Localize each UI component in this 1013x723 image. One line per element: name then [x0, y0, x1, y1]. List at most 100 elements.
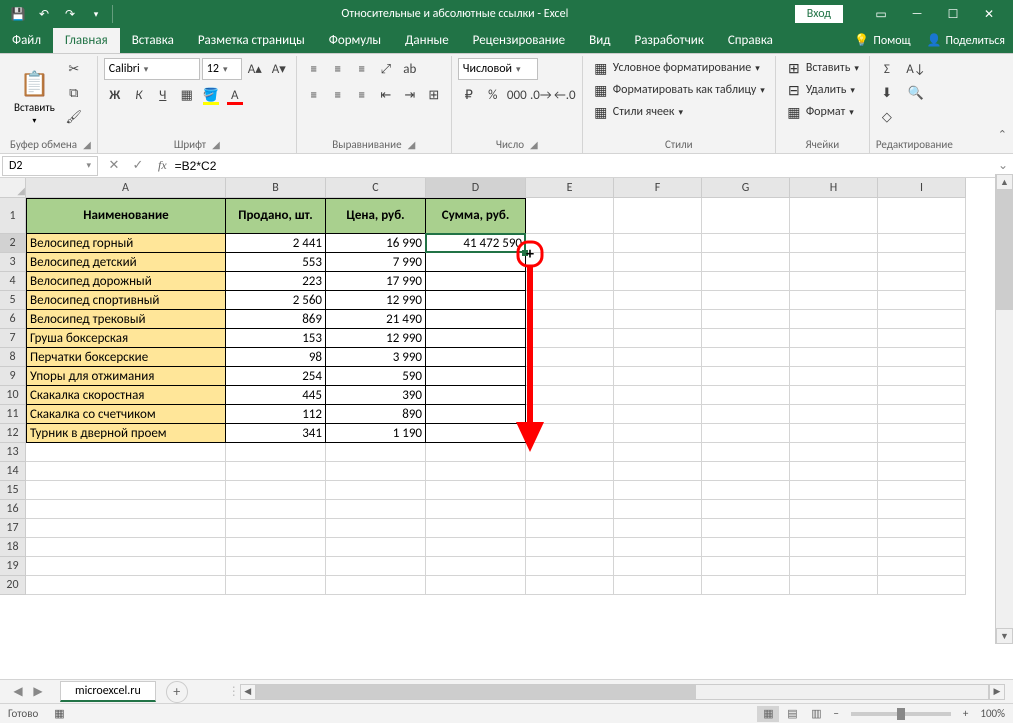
cell[interactable] [790, 348, 878, 367]
cell[interactable] [26, 500, 226, 519]
cell[interactable] [426, 348, 526, 367]
cell[interactable] [878, 538, 966, 557]
cut-icon[interactable]: ✂ [63, 58, 85, 80]
cell[interactable] [526, 462, 614, 481]
tab-view[interactable]: Вид [577, 28, 622, 53]
cell[interactable] [526, 367, 614, 386]
cell[interactable]: Упоры для отжимания [26, 367, 226, 386]
cell[interactable] [614, 367, 702, 386]
row-header-5[interactable]: 5 [0, 291, 26, 310]
scroll-up-icon[interactable]: ▲ [996, 174, 1013, 190]
row-header-17[interactable]: 17 [0, 519, 26, 538]
vertical-scroll-thumb[interactable] [996, 190, 1013, 310]
decrease-font-icon[interactable]: A▾ [268, 58, 290, 80]
row-header-2[interactable]: 2 [0, 234, 26, 253]
cell[interactable] [614, 348, 702, 367]
row-headers[interactable]: 1234567891011121314151617181920 [0, 198, 26, 595]
cell[interactable] [614, 481, 702, 500]
macro-record-icon[interactable]: ▦ [54, 707, 64, 720]
cell[interactable] [790, 462, 878, 481]
col-header-D[interactable]: D [426, 178, 526, 198]
zoom-out-icon[interactable]: − [833, 707, 838, 720]
cell[interactable] [326, 557, 426, 576]
cell[interactable]: 21 490 [326, 310, 426, 329]
cell[interactable] [226, 576, 326, 595]
cell[interactable] [702, 386, 790, 405]
cell[interactable] [790, 443, 878, 462]
number-launcher-icon[interactable]: ◢ [530, 138, 538, 151]
decrease-decimal-icon[interactable]: ←.0 [554, 84, 576, 106]
expand-formula-bar-icon[interactable]: ⌄ [993, 158, 1013, 173]
merge-icon[interactable]: ⊞ [423, 84, 445, 106]
cell[interactable] [26, 519, 226, 538]
cell[interactable] [790, 519, 878, 538]
cell[interactable] [614, 329, 702, 348]
sheet-prev-icon[interactable]: ◀ [10, 684, 26, 699]
cell[interactable] [614, 234, 702, 253]
cell[interactable] [326, 443, 426, 462]
cell[interactable] [790, 500, 878, 519]
cell[interactable] [702, 291, 790, 310]
clear-icon[interactable]: ◇ [876, 106, 898, 128]
cell[interactable] [526, 253, 614, 272]
cell[interactable] [702, 348, 790, 367]
italic-button[interactable]: К [128, 84, 150, 106]
cell[interactable] [878, 198, 966, 234]
cell[interactable] [614, 576, 702, 595]
tab-file[interactable]: Файл [0, 28, 53, 53]
currency-icon[interactable]: ₽ [458, 84, 480, 106]
cell[interactable]: Сумма, руб. [426, 198, 526, 234]
cell[interactable] [426, 291, 526, 310]
cell[interactable] [878, 462, 966, 481]
col-header-G[interactable]: G [702, 178, 790, 198]
pagelayout-view-icon[interactable]: ▤ [781, 706, 803, 722]
row-header-19[interactable]: 19 [0, 557, 26, 576]
insert-cells-button[interactable]: ⊞Вставить▾ [782, 58, 863, 78]
cell[interactable] [326, 576, 426, 595]
tab-review[interactable]: Рецензирование [461, 28, 577, 53]
underline-button[interactable]: Ч [152, 84, 174, 106]
formula-input[interactable] [171, 157, 993, 175]
cell[interactable] [702, 538, 790, 557]
align-bottom-icon[interactable]: ≡ [351, 58, 373, 80]
cell[interactable] [326, 538, 426, 557]
cell[interactable]: Велосипед спортивный [26, 291, 226, 310]
cell[interactable] [702, 443, 790, 462]
font-name-combo[interactable]: Calibri▾ [104, 58, 200, 80]
cell[interactable] [614, 272, 702, 291]
cell[interactable]: 17 990 [326, 272, 426, 291]
align-launcher-icon[interactable]: ◢ [408, 138, 416, 151]
name-box[interactable]: D2▾ [2, 156, 98, 176]
tab-home[interactable]: Главная [53, 28, 120, 53]
cell[interactable] [226, 538, 326, 557]
col-header-I[interactable]: I [878, 178, 966, 198]
fill-color-icon[interactable]: 🪣 [200, 84, 222, 106]
cell[interactable] [526, 424, 614, 443]
cell[interactable] [26, 538, 226, 557]
cell[interactable] [426, 557, 526, 576]
cell[interactable] [790, 538, 878, 557]
cell[interactable] [790, 576, 878, 595]
ribbon-options-icon[interactable]: ▭ [863, 0, 899, 28]
cell[interactable] [426, 576, 526, 595]
cell[interactable] [702, 424, 790, 443]
cell[interactable] [878, 557, 966, 576]
cell[interactable] [702, 367, 790, 386]
cell[interactable] [426, 329, 526, 348]
cell[interactable] [526, 557, 614, 576]
paste-button[interactable]: 📋 Вставить ▾ [10, 58, 59, 138]
row-header-9[interactable]: 9 [0, 367, 26, 386]
increase-font-icon[interactable]: A▴ [244, 58, 266, 80]
cell[interactable]: Велосипед детский [26, 253, 226, 272]
cell[interactable] [426, 424, 526, 443]
tab-insert[interactable]: Вставка [120, 28, 186, 53]
cell[interactable] [702, 234, 790, 253]
sheet-next-icon[interactable]: ▶ [30, 684, 46, 699]
row-header-15[interactable]: 15 [0, 481, 26, 500]
cell[interactable] [26, 481, 226, 500]
cell[interactable] [526, 405, 614, 424]
increase-decimal-icon[interactable]: .0→ [530, 84, 552, 106]
row-header-10[interactable]: 10 [0, 386, 26, 405]
horizontal-scroll-thumb[interactable] [257, 685, 696, 699]
cell[interactable] [226, 481, 326, 500]
